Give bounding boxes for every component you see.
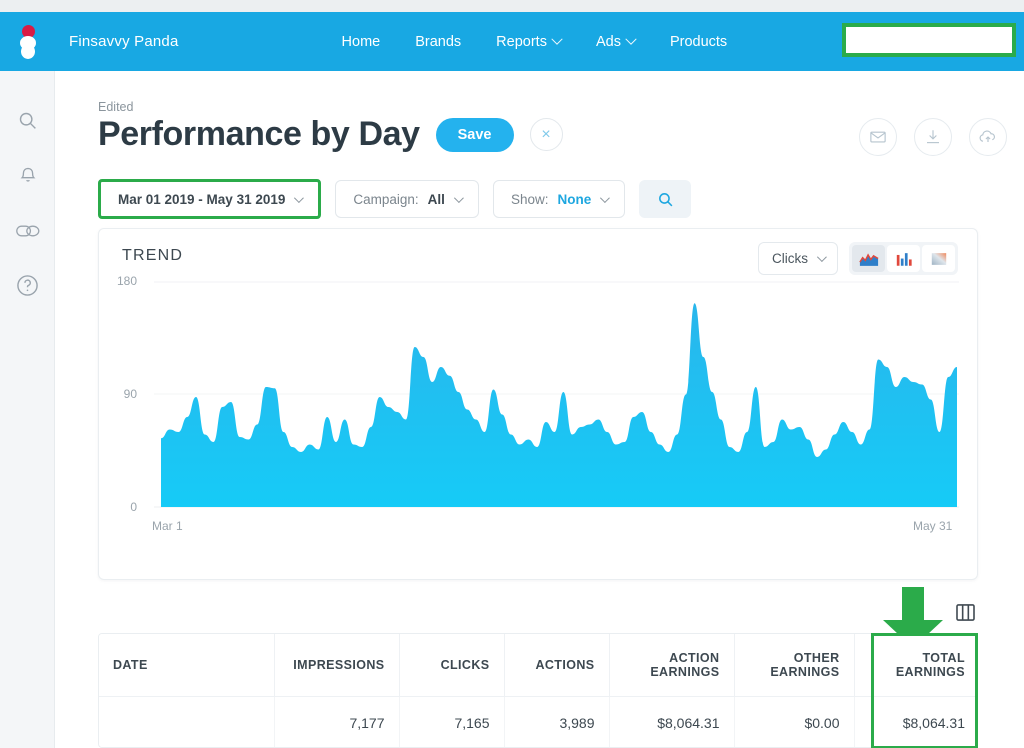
campaign-filter-label: Campaign: bbox=[353, 191, 419, 207]
bar-chart-icon[interactable] bbox=[887, 245, 920, 272]
column-header-impressions[interactable]: IMPRESSIONS bbox=[274, 634, 400, 697]
y-axis-tick-180: 180 bbox=[116, 274, 137, 288]
edited-status: Edited bbox=[98, 100, 134, 114]
nav-item-reports-label: Reports bbox=[496, 33, 547, 50]
cell-action-earnings: $8,064.31 bbox=[609, 696, 735, 747]
title-row: Performance by Day Save × bbox=[98, 115, 563, 154]
window-top-strip bbox=[0, 0, 1024, 12]
trend-chart: 180 90 0 Mar 1 May 31 bbox=[99, 274, 979, 533]
filter-bar: Mar 01 2019 - May 31 2019 Campaign: All … bbox=[98, 179, 692, 219]
table-body: 7,177 7,165 3,989 $8,064.31 $0.00 $8,064… bbox=[99, 696, 977, 747]
cell-total-earnings: $8,064.31 bbox=[854, 696, 977, 747]
chevron-down-icon bbox=[600, 192, 611, 203]
link-icon[interactable] bbox=[0, 203, 55, 258]
nav-item-products[interactable]: Products bbox=[670, 34, 727, 50]
search-icon[interactable] bbox=[0, 93, 55, 148]
nav-item-products-label: Products bbox=[669, 33, 728, 50]
nav-item-ads-label: Ads bbox=[595, 33, 621, 50]
brand-name[interactable]: Finsavvy Panda bbox=[69, 33, 179, 50]
show-filter[interactable]: Show: None bbox=[492, 180, 626, 218]
metric-select[interactable]: Clicks bbox=[758, 242, 838, 275]
panda-logo-icon bbox=[19, 24, 37, 59]
nav-item-brands-label: Brands bbox=[415, 33, 462, 50]
column-header-action-earnings[interactable]: ACTION EARNINGS bbox=[609, 634, 735, 697]
bell-icon[interactable] bbox=[0, 148, 55, 203]
column-header-total-earnings[interactable]: TOTAL EARNINGS bbox=[854, 634, 977, 697]
y-axis-tick-90: 90 bbox=[123, 387, 137, 401]
trend-card-title: TREND bbox=[122, 247, 184, 264]
cloud-upload-icon[interactable] bbox=[969, 118, 1007, 156]
column-header-clicks[interactable]: CLICKS bbox=[399, 634, 505, 697]
column-header-date[interactable]: DATE bbox=[99, 634, 275, 697]
nav-item-brands[interactable]: Brands bbox=[415, 34, 461, 50]
y-axis-tick-0: 0 bbox=[130, 500, 137, 514]
trend-card-tools: Clicks bbox=[758, 242, 958, 275]
chart-type-toggle bbox=[849, 242, 958, 275]
column-header-other-earnings[interactable]: OTHER EARNINGS bbox=[734, 634, 855, 697]
header-actions bbox=[859, 118, 1007, 156]
x-axis-tick-start: Mar 1 bbox=[152, 519, 183, 533]
nav-item-reports[interactable]: Reports bbox=[496, 33, 563, 50]
brand-logo[interactable] bbox=[0, 12, 55, 71]
download-icon[interactable] bbox=[914, 118, 952, 156]
left-rail bbox=[0, 71, 55, 748]
area-chart-icon[interactable] bbox=[852, 245, 885, 272]
campaign-filter[interactable]: Campaign: All bbox=[335, 180, 479, 218]
chevron-down-icon bbox=[816, 252, 827, 263]
trend-chart-svg bbox=[154, 281, 959, 508]
cell-date bbox=[99, 696, 275, 747]
nav-item-ads[interactable]: Ads bbox=[595, 33, 637, 50]
table-header-row: DATE IMPRESSIONS CLICKS ACTIONS ACTION E… bbox=[99, 634, 977, 697]
show-filter-value: None bbox=[557, 191, 592, 207]
nav-links: Home Brands Reports Ads Products bbox=[342, 33, 727, 50]
apply-search-button[interactable] bbox=[639, 180, 692, 218]
navbar-search-input[interactable] bbox=[842, 23, 1016, 57]
column-header-actions[interactable]: ACTIONS bbox=[504, 634, 610, 697]
show-filter-label: Show: bbox=[510, 191, 549, 207]
date-range-value: Mar 01 2019 - May 31 2019 bbox=[118, 191, 286, 207]
cell-impressions: 7,177 bbox=[274, 696, 400, 747]
envelope-icon[interactable] bbox=[859, 118, 897, 156]
chevron-down-icon bbox=[453, 192, 464, 203]
chevron-down-icon bbox=[551, 33, 563, 45]
close-button[interactable]: × bbox=[529, 118, 563, 151]
table-head: DATE IMPRESSIONS CLICKS ACTIONS ACTION E… bbox=[99, 634, 977, 697]
app-root: Finsavvy Panda Home Brands Reports Ads P… bbox=[0, 0, 1024, 748]
nav-item-home-label: Home bbox=[341, 33, 381, 50]
table-row[interactable]: 7,177 7,165 3,989 $8,064.31 $0.00 $8,064… bbox=[99, 696, 977, 747]
campaign-filter-value: All bbox=[427, 191, 445, 207]
chevron-down-icon bbox=[625, 33, 637, 45]
help-icon[interactable] bbox=[0, 258, 55, 313]
heatmap-icon[interactable] bbox=[922, 245, 955, 272]
performance-table-element: DATE IMPRESSIONS CLICKS ACTIONS ACTION E… bbox=[99, 634, 977, 747]
metric-select-value: Clicks bbox=[772, 251, 808, 266]
nav-item-home[interactable]: Home bbox=[342, 34, 381, 50]
cell-other-earnings: $0.00 bbox=[734, 696, 855, 747]
top-navbar: Finsavvy Panda Home Brands Reports Ads P… bbox=[0, 12, 1024, 71]
x-axis-tick-end: May 31 bbox=[913, 519, 953, 533]
trend-card: TREND Clicks 180 90 0 Mar 1 May 31 bbox=[98, 228, 978, 580]
column-layout-icon[interactable] bbox=[956, 604, 975, 621]
main-content: Edited Performance by Day Save × Mar 01 … bbox=[55, 71, 1024, 748]
date-range-picker[interactable]: Mar 01 2019 - May 31 2019 bbox=[98, 179, 322, 219]
chevron-down-icon bbox=[294, 192, 305, 203]
save-button[interactable]: Save bbox=[435, 117, 514, 152]
cell-clicks: 7,165 bbox=[399, 696, 505, 747]
cell-actions: 3,989 bbox=[504, 696, 610, 747]
page-title: Performance by Day bbox=[98, 115, 420, 153]
performance-table: DATE IMPRESSIONS CLICKS ACTIONS ACTION E… bbox=[98, 633, 978, 748]
